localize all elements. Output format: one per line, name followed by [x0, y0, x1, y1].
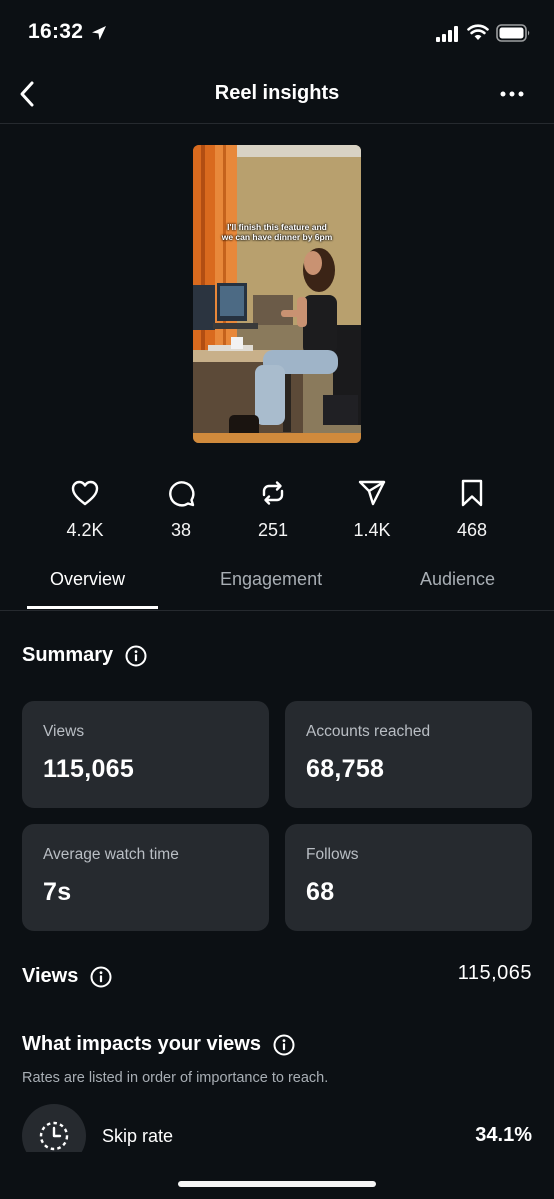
shares-count: 1.4K — [353, 520, 391, 540]
impact-heading: What impacts your views — [22, 1033, 295, 1056]
summary-heading: Summary — [22, 644, 147, 667]
follows-card[interactable]: Follows 68 — [285, 824, 532, 931]
saves-metric: 468 — [432, 478, 512, 541]
card-value: 68,758 — [306, 755, 385, 783]
cellular-signal-icon — [436, 26, 458, 42]
tabs-divider — [0, 610, 554, 611]
impact-title: What impacts your views — [22, 1033, 261, 1055]
card-value: 68 — [306, 878, 335, 906]
location-arrow-icon — [92, 26, 106, 40]
views-card[interactable]: Views 115,065 — [22, 701, 269, 808]
impact-subtitle: Rates are listed in order of importance … — [22, 1070, 329, 1086]
summary-title: Summary — [22, 644, 114, 666]
reel-thumbnail-image — [193, 145, 361, 443]
top-app-bar: Reel insights — [0, 64, 554, 124]
more-options-button[interactable] — [498, 84, 526, 104]
tab-audience[interactable]: Audience — [420, 569, 495, 590]
reel-caption: I'll finish this feature and we can have… — [193, 222, 361, 242]
tab-overview[interactable]: Overview — [50, 569, 125, 590]
dashed-clock-icon — [39, 1121, 69, 1151]
average-watch-time-card[interactable]: Average watch time 7s — [22, 824, 269, 931]
card-label: Views — [43, 723, 85, 740]
bottom-bar-background — [0, 1152, 554, 1199]
status-bar: 16:32 — [0, 0, 554, 64]
info-icon[interactable] — [125, 645, 147, 667]
wifi-icon — [467, 24, 489, 40]
views-title: Views — [22, 965, 79, 987]
share-icon — [358, 480, 386, 506]
comments-metric: 38 — [141, 478, 221, 541]
comments-count: 38 — [170, 520, 192, 540]
status-time: 16:32 — [28, 20, 84, 43]
reposts-count: 251 — [257, 520, 289, 540]
accounts-reached-card[interactable]: Accounts reached 68,758 — [285, 701, 532, 808]
shares-metric: 1.4K — [332, 478, 412, 541]
tab-engagement[interactable]: Engagement — [220, 569, 322, 590]
info-icon[interactable] — [90, 966, 112, 988]
card-label: Average watch time — [43, 846, 179, 863]
active-tab-indicator — [27, 606, 158, 609]
heart-icon — [71, 480, 99, 506]
card-label: Follows — [306, 846, 359, 863]
reposts-metric: 251 — [233, 478, 313, 541]
info-icon[interactable] — [273, 1034, 295, 1056]
bookmark-icon — [461, 479, 483, 507]
likes-count: 4.2K — [66, 520, 104, 540]
saves-count: 468 — [456, 520, 488, 540]
skip-rate-value: 34.1% — [475, 1124, 532, 1146]
comment-icon — [169, 481, 195, 507]
skip-rate-label: Skip rate — [102, 1126, 174, 1146]
card-label: Accounts reached — [306, 723, 431, 740]
reel-thumbnail[interactable]: I'll finish this feature and we can have… — [193, 145, 361, 443]
views-heading: Views — [22, 965, 112, 988]
likes-metric: 4.2K — [45, 478, 125, 541]
reel-caption-line-1: I'll finish this feature and — [227, 222, 327, 232]
page-title: Reel insights — [214, 82, 340, 104]
battery-icon — [496, 24, 530, 42]
more-horizontal-icon — [500, 91, 524, 97]
card-value: 115,065 — [43, 755, 135, 783]
card-value: 7s — [43, 878, 72, 906]
views-total: 115,065 — [457, 962, 532, 984]
reel-caption-line-2: we can have dinner by 6pm — [221, 232, 333, 242]
repost-icon — [262, 481, 284, 505]
home-indicator[interactable] — [178, 1181, 376, 1187]
